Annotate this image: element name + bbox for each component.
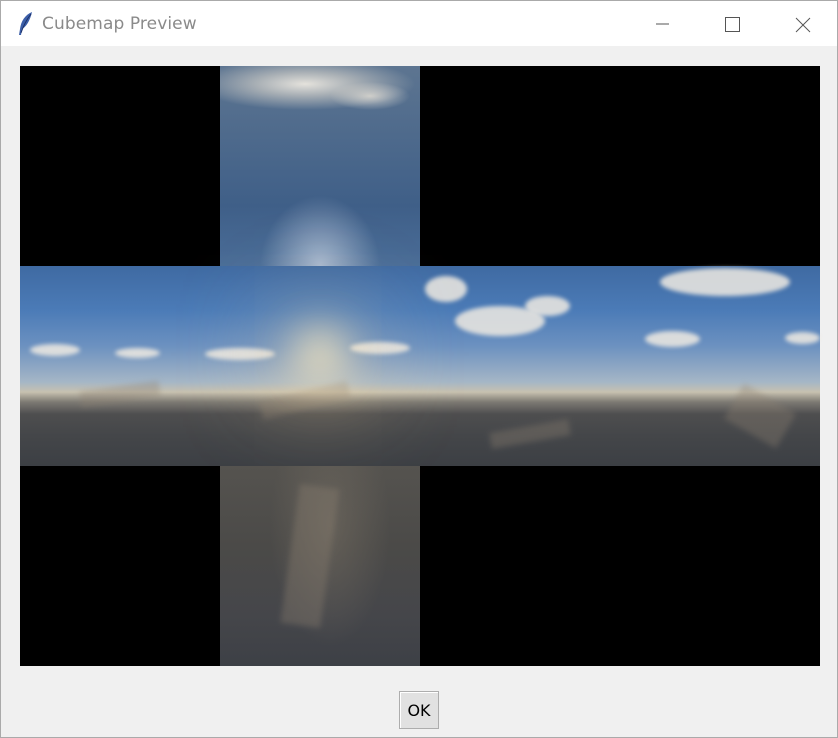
close-icon [795, 17, 811, 33]
minimize-button[interactable] [627, 1, 697, 46]
minimize-icon [656, 23, 669, 25]
app-window: Cubemap Preview OK [0, 0, 838, 738]
cubemap-face-left [20, 266, 220, 466]
cubemap-face-bottom [220, 466, 420, 666]
ok-button[interactable]: OK [399, 691, 439, 729]
cubemap-face-front [205, 266, 420, 466]
feather-icon [15, 11, 37, 37]
cubemap-face-back [620, 266, 820, 466]
close-button[interactable] [767, 1, 837, 46]
cubemap-face-right [420, 266, 620, 466]
window-title: Cubemap Preview [42, 14, 197, 34]
cubemap-preview-canvas [20, 66, 820, 666]
cubemap-face-top [220, 66, 420, 266]
maximize-icon [725, 17, 740, 32]
title-bar[interactable]: Cubemap Preview [1, 1, 837, 46]
maximize-button[interactable] [697, 1, 767, 46]
